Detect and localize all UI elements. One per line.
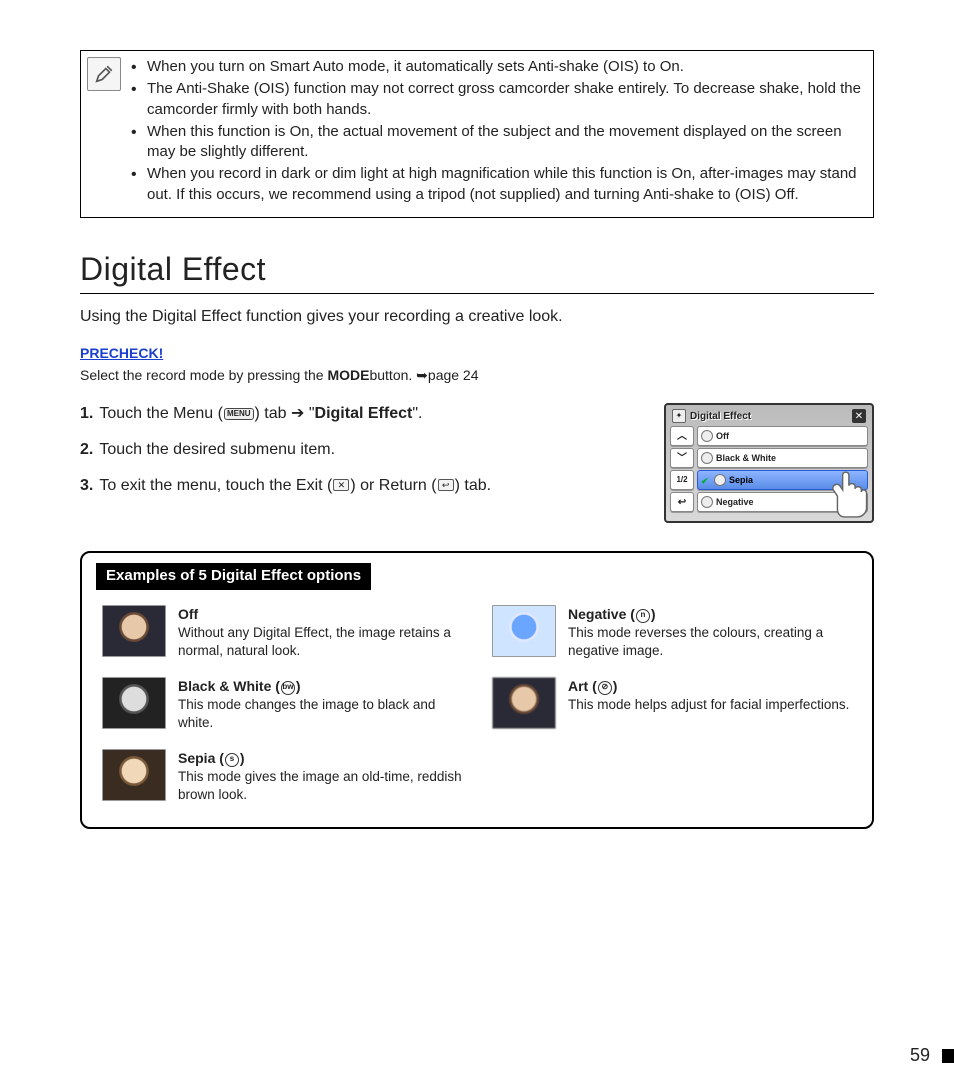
- preview-title: Digital Effect: [690, 410, 848, 424]
- step1-text-pre: Touch the Menu (: [99, 405, 223, 422]
- preview-close-icon[interactable]: ✕: [852, 409, 866, 423]
- negative-icon: n: [636, 609, 650, 623]
- step-1: 1. Touch the Menu (MENU) tab ➔ "Digital …: [80, 403, 644, 425]
- art-icon: ⊘: [598, 681, 612, 695]
- step1-text-mid: ) tab ➔ ": [255, 405, 315, 422]
- example-art: Art (⊘) This mode helps adjust for facia…: [492, 677, 852, 729]
- step-3: 3. To exit the menu, touch the Exit (✕) …: [80, 475, 644, 497]
- note-icon: [87, 57, 121, 91]
- preview-option-off[interactable]: Off: [697, 426, 868, 446]
- example-desc: This mode helps adjust for facial imperf…: [568, 696, 849, 714]
- preview-option-bw[interactable]: Black & White: [697, 448, 868, 468]
- note-bullet: The Anti-Shake (OIS) function may not co…: [131, 79, 863, 120]
- sepia-icon: s: [225, 753, 239, 767]
- example-label: Off: [178, 605, 462, 624]
- example-desc: This mode changes the image to black and…: [178, 696, 462, 731]
- preview-down-button[interactable]: ﹀: [670, 448, 694, 468]
- note-box: When you turn on Smart Auto mode, it aut…: [80, 50, 874, 218]
- page-number: 59: [910, 1043, 930, 1067]
- example-sepia: Sepia (s) This mode gives the image an o…: [102, 749, 462, 803]
- preview-return-button[interactable]: ↩: [670, 492, 694, 512]
- off-icon: [701, 430, 713, 442]
- pointer-hand-icon: [826, 467, 878, 519]
- return-icon: ↩: [438, 479, 454, 491]
- step2-text: Touch the desired submenu item.: [99, 439, 335, 461]
- examples-box: Examples of 5 Digital Effect options Off…: [80, 551, 874, 829]
- thumb-sepia: [102, 749, 166, 801]
- option-label: Off: [716, 430, 729, 442]
- exit-icon: ✕: [333, 479, 349, 491]
- thumb-off: [102, 605, 166, 657]
- thumb-bw: [102, 677, 166, 729]
- precheck-label: PRECHECK!: [80, 344, 874, 363]
- step3-text-mid: ) or Return (: [350, 477, 436, 494]
- steps-list: 1. Touch the Menu (MENU) tab ➔ "Digital …: [80, 403, 644, 496]
- example-label: Black & White (bw): [178, 677, 462, 696]
- preview-up-button[interactable]: ︿: [670, 426, 694, 446]
- example-label: Art (⊘): [568, 677, 849, 696]
- example-off: Off Without any Digital Effect, the imag…: [102, 605, 462, 659]
- page-edge-marker: [942, 1049, 954, 1063]
- example-negative: Negative (n) This mode reverses the colo…: [492, 605, 852, 659]
- precheck-text: Select the record mode by pressing the M…: [80, 366, 874, 385]
- option-label: Sepia: [729, 474, 753, 486]
- preview-page-indicator: 1/2: [670, 470, 694, 490]
- precheck-text-post: button. ➥page 24: [369, 366, 478, 385]
- screen-preview: ✦ Digital Effect ✕ ︿ ﹀ 1/2 ↩ Off Black &…: [664, 403, 874, 523]
- note-bullet: When you record in dark or dim light at …: [131, 164, 863, 205]
- note-bullet: When this function is On, the actual mov…: [131, 122, 863, 163]
- example-label: Sepia (s): [178, 749, 462, 768]
- example-desc: This mode reverses the colours, creating…: [568, 624, 852, 659]
- step-2: 2. Touch the desired submenu item.: [80, 439, 644, 461]
- sepia-icon: [714, 474, 726, 486]
- example-label: Negative (n): [568, 605, 852, 624]
- section-intro: Using the Digital Effect function gives …: [80, 306, 874, 328]
- option-label: Negative: [716, 496, 754, 508]
- note-bullet: When you turn on Smart Auto mode, it aut…: [131, 57, 863, 77]
- example-bw: Black & White (bw) This mode changes the…: [102, 677, 462, 731]
- bw-icon: [701, 452, 713, 464]
- step1-target: Digital Effect: [315, 405, 413, 422]
- step1-text-post: ".: [412, 405, 422, 422]
- thumb-negative: [492, 605, 556, 657]
- bw-icon: bw: [281, 681, 295, 695]
- step3-text-post: ) tab.: [455, 477, 491, 494]
- mode-button-label: MODE: [327, 367, 369, 383]
- menu-icon: MENU: [224, 408, 254, 420]
- option-label: Black & White: [716, 452, 776, 464]
- step3-text-pre: To exit the menu, touch the Exit (: [99, 477, 332, 494]
- thumb-art: [492, 677, 556, 729]
- check-icon: ✔: [701, 475, 711, 485]
- negative-icon: [701, 496, 713, 508]
- example-desc: Without any Digital Effect, the image re…: [178, 624, 462, 659]
- digital-effect-header-icon: ✦: [672, 409, 686, 423]
- precheck-text-pre: Select the record mode by pressing the: [80, 367, 327, 383]
- section-title: Digital Effect: [80, 248, 874, 294]
- example-desc: This mode gives the image an old-time, r…: [178, 768, 462, 803]
- note-list: When you turn on Smart Auto mode, it aut…: [127, 57, 863, 207]
- examples-title: Examples of 5 Digital Effect options: [96, 563, 371, 589]
